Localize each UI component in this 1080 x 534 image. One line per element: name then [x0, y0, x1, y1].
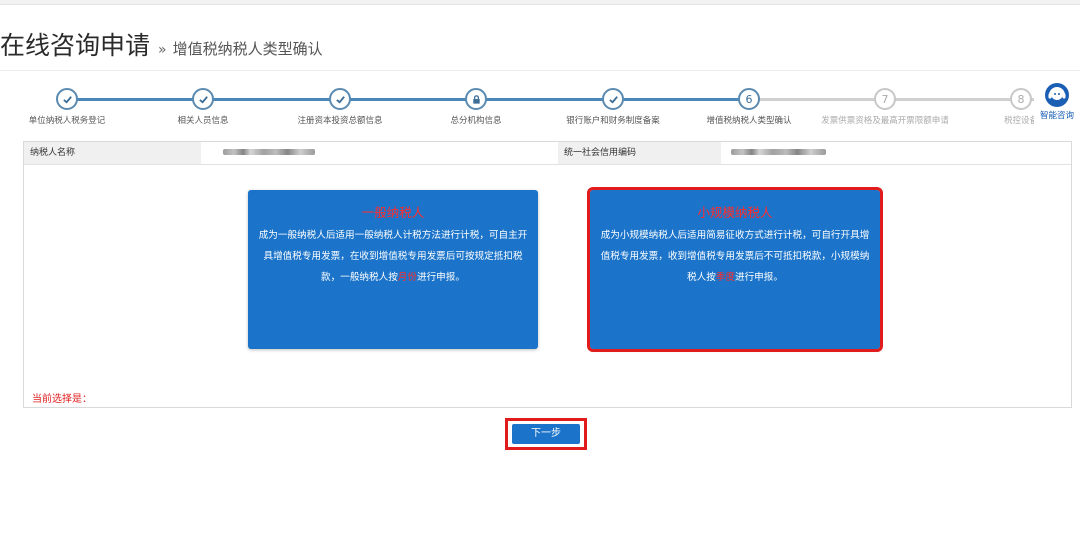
page-title: 在线咨询申请: [0, 31, 151, 60]
general-desc-period: 月份: [397, 272, 417, 283]
page-subtitle: 增值税纳税人类型确认: [172, 40, 323, 58]
general-taxpayer-desc: 成为一般纳税人后适用一般纳税人计税方法进行计税，可自主开具增值税专用发票，在收到…: [248, 225, 538, 288]
step-7: 7 发票供票资格及最高开票限额申请: [815, 88, 955, 126]
check-icon: [602, 88, 624, 110]
step-5[interactable]: 银行账户和财务制度备案: [543, 88, 683, 126]
step-2[interactable]: 相关人员信息: [133, 88, 273, 126]
general-desc-tail: 进行申报。: [416, 272, 465, 283]
next-button-highlight: 下一步: [505, 418, 587, 450]
taxpayer-name-label: 纳税人名称: [24, 142, 201, 164]
redacted-taxpayer-name: [223, 149, 315, 155]
general-taxpayer-card[interactable]: 一般纳税人 成为一般纳税人后适用一般纳税人计税方法进行计税，可自主开具增值税专用…: [248, 190, 538, 349]
small-desc-tail: 进行申报。: [735, 272, 783, 283]
general-desc-text: 成为一般纳税人后适用一般纳税人计税方法进行计税，可自主开具增值税专用发票，在收到…: [258, 230, 528, 283]
customer-service-icon: [1044, 82, 1070, 108]
redacted-credit-code: [731, 149, 826, 155]
step-number: 6: [738, 88, 760, 110]
step-3[interactable]: 注册资本投资总额信息: [270, 88, 410, 126]
step-label: 增值税纳税人类型确认: [706, 116, 792, 126]
step-label: 相关人员信息: [177, 116, 229, 126]
step-6[interactable]: 6 增值税纳税人类型确认: [679, 88, 819, 126]
step-number: 7: [874, 88, 896, 110]
step-label: 注册资本投资总额信息: [297, 116, 383, 126]
page-header: 在线咨询申请 » 增值税纳税人类型确认: [0, 26, 323, 62]
smart-consult-label: 智能咨询: [1039, 111, 1074, 121]
credit-code-value: [721, 142, 1071, 164]
type-selection-panel: 纳税人名称 统一社会信用编码 一般纳税人 成为一般纳税人后适用一般纳税人计税方法…: [23, 141, 1072, 408]
header-divider: [0, 70, 1080, 71]
check-icon: [56, 88, 78, 110]
next-step-button[interactable]: 下一步: [512, 424, 580, 444]
step-progress: 单位纳税人税务登记 相关人员信息 注册资本投资总额信息 总分机构信息 银行账户和…: [0, 80, 1080, 130]
step-label: 银行账户和财务制度备案: [566, 116, 660, 126]
taxpayer-name-value: [201, 142, 558, 164]
small-scale-taxpayer-title: 小规模纳税人: [697, 205, 773, 220]
step-label: 单位纳税人税务登记: [28, 116, 106, 126]
breadcrumb-separator: »: [158, 42, 167, 58]
general-taxpayer-title: 一般纳税人: [361, 205, 425, 220]
step-label: 发票供票资格及最高开票限额申请: [821, 116, 949, 126]
taxpayer-info-row: 纳税人名称 统一社会信用编码: [24, 142, 1071, 165]
step-4[interactable]: 总分机构信息: [406, 88, 546, 126]
check-icon: [192, 88, 214, 110]
browser-top-strip: [0, 0, 1080, 5]
small-scale-taxpayer-card[interactable]: 小规模纳税人 成为小规模纳税人后适用简易征收方式进行计税，可自行开具增值税专用发…: [587, 187, 883, 352]
current-selection-label: 当前选择是：: [32, 394, 92, 405]
lock-icon: [465, 88, 487, 110]
step-label: 总分机构信息: [450, 116, 502, 126]
credit-code-label: 统一社会信用编码: [558, 142, 721, 164]
step-1[interactable]: 单位纳税人税务登记: [0, 88, 137, 126]
small-desc-period: 季度: [715, 272, 735, 283]
check-icon: [329, 88, 351, 110]
smart-consult-button[interactable]: 智能咨询: [1034, 82, 1080, 128]
small-scale-taxpayer-desc: 成为小规模纳税人后适用简易征收方式进行计税，可自行开具增值税专用发票，收到增值税…: [590, 225, 880, 288]
step-number: 8: [1010, 88, 1032, 110]
